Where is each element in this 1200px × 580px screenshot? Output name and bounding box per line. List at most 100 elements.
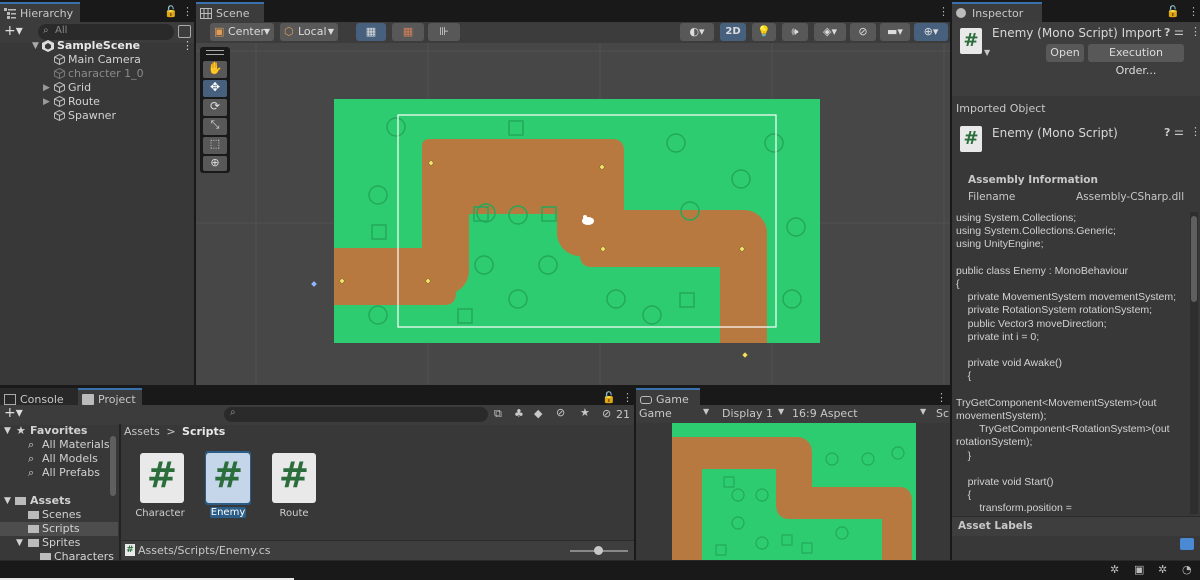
- expand-arrow-icon[interactable]: ▶: [43, 81, 50, 95]
- effects-dropdown[interactable]: ◈▾: [814, 23, 846, 41]
- hidden-objects-button[interactable]: ⊘: [850, 23, 876, 41]
- file-label: Character: [135, 508, 185, 519]
- filter-label-icon[interactable]: ◆: [534, 407, 542, 420]
- gizmos-dropdown[interactable]: ⊕▾: [914, 23, 948, 41]
- kebab-menu-icon[interactable]: ⋮: [1190, 25, 1200, 38]
- expand-arrow-icon[interactable]: ▼: [4, 494, 11, 508]
- camera-dropdown[interactable]: ▬▾: [880, 23, 910, 41]
- create-icon[interactable]: +▾: [4, 405, 23, 421]
- collab-icon[interactable]: ✲: [1158, 563, 1167, 576]
- slider-thumb[interactable]: [594, 546, 603, 555]
- search-type-icon[interactable]: ⧉: [494, 407, 502, 421]
- expand-arrow-icon[interactable]: ▼: [32, 39, 39, 53]
- lighting-toggle-button[interactable]: 💡: [752, 23, 776, 41]
- label-tag-icon[interactable]: [1180, 538, 1194, 550]
- tab-inspector[interactable]: Inspector: [952, 2, 1042, 22]
- hierarchy-search-input[interactable]: ⌕ All: [38, 24, 174, 40]
- tree-label: All Prefabs: [42, 466, 100, 479]
- tab-scene-label: Scene: [216, 7, 250, 20]
- tree-scripts[interactable]: Scripts: [0, 522, 118, 536]
- file-character[interactable]: #: [140, 453, 184, 503]
- audio-toggle-button[interactable]: 🕪: [782, 23, 808, 41]
- inspector-scrollbar[interactable]: [1190, 212, 1198, 514]
- hierarchy-item-character[interactable]: character 1_0: [0, 67, 194, 81]
- tab-inspector-label: Inspector: [972, 7, 1024, 20]
- project-search-input[interactable]: ⌕: [224, 407, 488, 422]
- more-menu-icon[interactable]: ⋮: [1188, 5, 1200, 18]
- pivot-center-dropdown[interactable]: ▣ Center ▼: [210, 23, 274, 41]
- more-menu-icon[interactable]: ⋮: [936, 391, 950, 404]
- tab-scene[interactable]: Scene: [196, 2, 264, 22]
- hierarchy-item-grid[interactable]: ▶ Grid: [0, 81, 194, 95]
- game-view-label: Game: [639, 407, 672, 420]
- file-route[interactable]: #: [272, 453, 316, 503]
- grid-visibility-button[interactable]: ▦: [392, 23, 424, 41]
- open-button[interactable]: Open: [1046, 44, 1084, 62]
- scrollbar-thumb[interactable]: [1191, 216, 1197, 302]
- add-icon[interactable]: +▾: [4, 23, 23, 39]
- debug-bug-icon[interactable]: ✲: [1110, 563, 1119, 576]
- code-line: private RotationSystem rotationSystem;: [956, 304, 1153, 316]
- execution-order-button[interactable]: Execution Order...: [1088, 44, 1184, 77]
- hierarchy-item-spawner[interactable]: Spawner: [0, 109, 194, 123]
- panel-divider[interactable]: [119, 424, 121, 560]
- script-icon: #: [960, 28, 982, 54]
- lock-icon[interactable]: 🔓: [602, 391, 622, 404]
- lock-icon[interactable]: 🔓: [1166, 5, 1186, 18]
- graphics-icon[interactable]: ▣: [1134, 563, 1144, 576]
- code-line: using System.Collections;: [956, 212, 1077, 224]
- scene-menu-icon[interactable]: ⋮: [938, 5, 950, 18]
- hierarchy-item-route[interactable]: ▶ Route: [0, 95, 194, 109]
- expand-arrow-icon[interactable]: ▼: [4, 424, 11, 438]
- move-tool-icon[interactable]: ✥: [203, 80, 227, 97]
- tab-hierarchy[interactable]: Hierarchy: [0, 2, 80, 22]
- asset-labels-label: Asset Labels: [958, 520, 1033, 532]
- file-enemy[interactable]: #: [206, 453, 250, 503]
- rotate-tool-icon[interactable]: ⟳: [203, 99, 227, 116]
- breadcrumb-scripts[interactable]: Scripts: [182, 425, 225, 438]
- code-line: }: [956, 450, 972, 462]
- asset-labels-bar[interactable]: Asset Labels: [952, 516, 1200, 536]
- expand-arrow-icon[interactable]: ▼: [16, 536, 23, 550]
- background-tasks-icon[interactable]: ◔: [1182, 563, 1192, 576]
- scene-menu-icon[interactable]: ⋮: [182, 39, 193, 53]
- scene-viewport[interactable]: [196, 43, 950, 385]
- script-icon-chevron[interactable]: ▼: [984, 48, 990, 57]
- more-menu-icon[interactable]: ⋮: [622, 391, 634, 404]
- display-dropdown[interactable]: Display 1 ▼: [722, 407, 786, 420]
- more-menu-icon[interactable]: ⋮: [182, 5, 194, 18]
- code-line: private void Start(): [956, 476, 1054, 488]
- icon-size-slider[interactable]: [570, 546, 628, 555]
- grid-snap-button[interactable]: ▦: [356, 23, 386, 41]
- help-icon[interactable]: ?: [1164, 26, 1170, 39]
- help-icon[interactable]: ?: [1164, 126, 1170, 139]
- scale-tool-icon[interactable]: ⤡: [203, 118, 227, 135]
- settings-icon[interactable]: ⚌: [1174, 125, 1184, 138]
- settings-icon[interactable]: ⚌: [1174, 25, 1184, 38]
- hierarchy-item-main-camera[interactable]: Main Camera: [0, 53, 194, 67]
- hand-tool-icon[interactable]: ✋: [203, 61, 227, 78]
- increment-snap-button[interactable]: ⊪: [428, 23, 460, 41]
- favorite-star-icon[interactable]: ★: [580, 406, 590, 419]
- warning-filter-icon[interactable]: ⊘: [556, 406, 565, 419]
- scene-grid-icon: [200, 8, 212, 19]
- kebab-menu-icon[interactable]: ⋮: [1190, 125, 1200, 138]
- palette-drag-handle[interactable]: [206, 50, 224, 55]
- 2d-toggle-button[interactable]: 2D: [720, 23, 746, 41]
- lock-icon[interactable]: 🔓: [164, 5, 184, 18]
- draw-mode-button[interactable]: ◐▾: [680, 23, 714, 41]
- hidden-packages-icon[interactable]: ⊘: [602, 407, 611, 420]
- rect-tool-icon[interactable]: ⬚: [203, 137, 227, 154]
- scene-row[interactable]: ▼ SampleScene ⋮: [0, 39, 194, 53]
- breadcrumb-assets[interactable]: Assets: [124, 425, 160, 438]
- search-filter-icon[interactable]: [178, 25, 191, 38]
- aspect-dropdown[interactable]: 16:9 Aspect ▼: [792, 407, 930, 420]
- tree-scrollbar[interactable]: [110, 436, 116, 496]
- game-view-dropdown[interactable]: Game ▼: [639, 407, 713, 420]
- expand-arrow-icon[interactable]: ▶: [43, 95, 50, 109]
- filter-type-icon[interactable]: ♣: [514, 407, 524, 420]
- space-local-dropdown[interactable]: ⬡ Local ▼: [280, 23, 338, 41]
- transform-tool-icon[interactable]: ⊕: [203, 156, 227, 171]
- folder-icon: [28, 539, 39, 547]
- scene-toolbar: ▣ Center ▼ ⬡ Local ▼ ▦ ▦ ⊪ ◐▾ 2D 💡 🕪 ◈▾ …: [196, 22, 950, 43]
